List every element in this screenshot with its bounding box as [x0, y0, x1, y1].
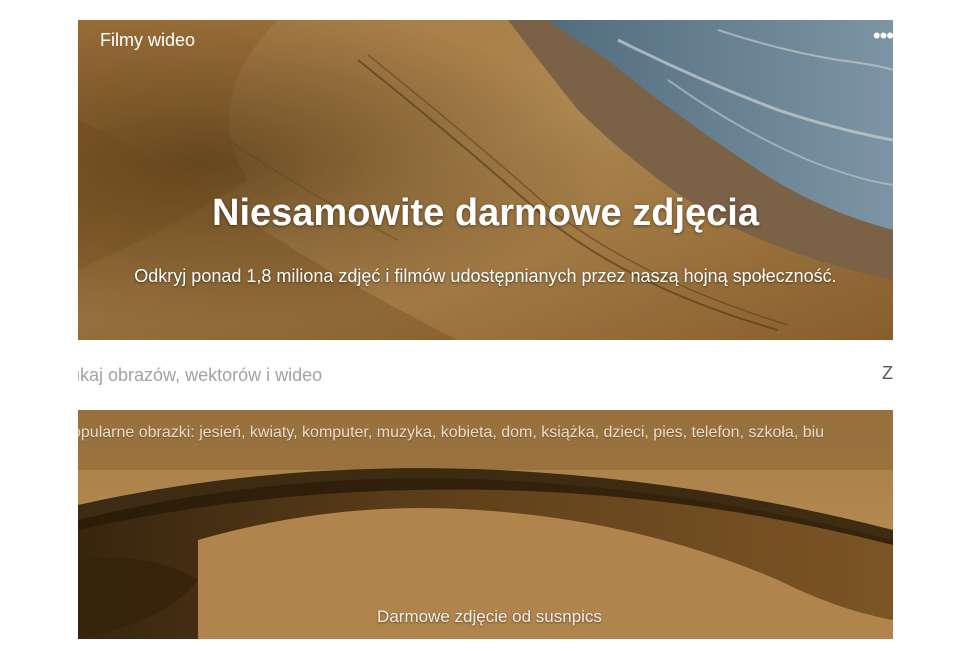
search-type-button[interactable]: Z — [882, 363, 893, 384]
page-viewport: Filmy wideo ••• Niesamowite darmowe zdję… — [78, 20, 893, 639]
search-input[interactable] — [78, 362, 770, 388]
photo-credit[interactable]: Darmowe zdjęcie od susnpics — [78, 607, 893, 627]
popular-tags-text[interactable]: opularne obrazki: jesień, kwiaty, komput… — [78, 424, 824, 442]
search-bar: Z — [78, 340, 893, 410]
hero-title: Niesamowite darmowe zdjęcia — [212, 192, 759, 234]
hero-subtitle: Odkryj ponad 1,8 miliona zdjęć i filmów … — [134, 266, 837, 286]
hero-background-image — [78, 20, 893, 340]
featured-image-panel: opularne obrazki: jesień, kwiaty, komput… — [78, 410, 893, 639]
hero-banner: Filmy wideo ••• Niesamowite darmowe zdję… — [78, 20, 893, 340]
nav-videos-link[interactable]: Filmy wideo — [100, 30, 195, 51]
more-menu-icon[interactable]: ••• — [863, 25, 893, 50]
featured-background-image — [78, 410, 893, 639]
